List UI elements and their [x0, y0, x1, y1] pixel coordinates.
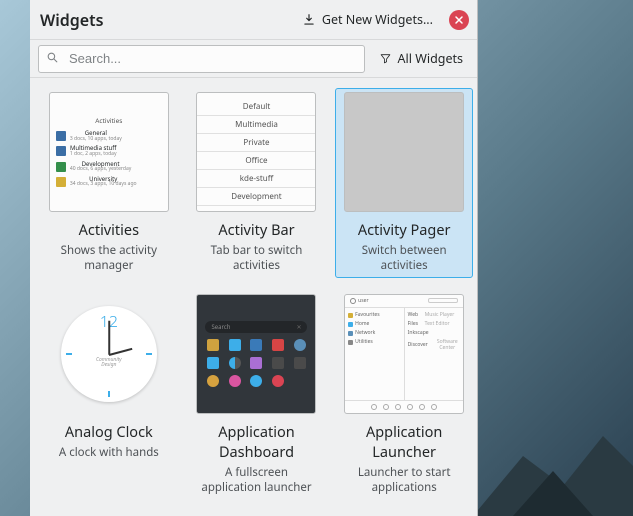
widget-thumbnail: Default Multimedia Private Office kde-st… — [196, 92, 316, 212]
widget-title: Activities — [79, 220, 139, 240]
widget-desc: A clock with hands — [55, 446, 163, 461]
filter-button[interactable]: All Widgets — [373, 46, 469, 71]
widget-title: Analog Clock — [65, 422, 153, 442]
filter-label: All Widgets — [398, 50, 463, 67]
panel-title: Widgets — [40, 9, 294, 31]
widget-thumbnail: Search✕ — [196, 294, 316, 414]
widget-desc: Launcher to start applications — [339, 466, 469, 496]
widget-title: Activity Bar — [218, 220, 294, 240]
filter-icon — [379, 52, 392, 65]
widget-desc: Switch between activities — [339, 244, 469, 274]
toolbar: All Widgets — [30, 40, 477, 78]
widget-grid-scroll[interactable]: Activities General3 docs, 10 apps, today… — [30, 78, 477, 516]
widget-explorer-panel: Widgets Get New Widgets... All Widgets — [30, 0, 478, 516]
widget-desc: A fullscreen application launcher — [192, 466, 322, 496]
widget-thumbnail: user Favourites Home Network Utilities W… — [344, 294, 464, 414]
widget-grid: Activities General3 docs, 10 apps, today… — [40, 88, 473, 500]
search-icon — [46, 50, 59, 68]
widget-item-application-launcher[interactable]: user Favourites Home Network Utilities W… — [335, 290, 473, 500]
widget-item-activities[interactable]: Activities General3 docs, 10 apps, today… — [40, 88, 178, 278]
widget-desc: Shows the activity manager — [44, 244, 174, 274]
widget-item-application-dashboard[interactable]: Search✕ — [188, 290, 326, 500]
widget-item-analog-clock[interactable]: 12 CommunityDesign Analog Clock A clock … — [40, 290, 178, 500]
widget-title: Application Launcher — [339, 422, 469, 462]
wallpaper-mountain — [473, 416, 633, 516]
widget-thumbnail: Activities General3 docs, 10 apps, today… — [49, 92, 169, 212]
widget-thumbnail — [344, 92, 464, 212]
get-new-widgets-label: Get New Widgets... — [322, 11, 433, 28]
widget-title: Application Dashboard — [192, 422, 322, 462]
widget-item-activity-pager[interactable]: Activity Pager Switch between activities — [335, 88, 473, 278]
search-input[interactable] — [38, 45, 365, 73]
widget-thumbnail: 12 CommunityDesign — [49, 294, 169, 414]
close-icon — [454, 15, 464, 25]
widget-title: Activity Pager — [358, 220, 451, 240]
widget-desc: Tab bar to switch activities — [192, 244, 322, 274]
download-icon — [302, 13, 316, 27]
get-new-widgets-button[interactable]: Get New Widgets... — [294, 7, 441, 32]
header: Widgets Get New Widgets... — [30, 0, 477, 40]
widget-item-activity-bar[interactable]: Default Multimedia Private Office kde-st… — [188, 88, 326, 278]
close-button[interactable] — [449, 10, 469, 30]
